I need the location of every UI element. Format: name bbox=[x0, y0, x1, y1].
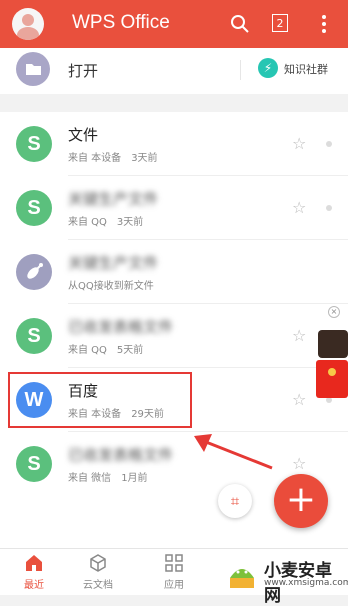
file-source: 来自 本设备 bbox=[68, 153, 122, 164]
file-meta: 来自 QQ 5天前 bbox=[68, 341, 143, 356]
nav-label: 应用 bbox=[164, 580, 184, 591]
scan-icon[interactable]: ⌗ bbox=[218, 484, 252, 518]
divider bbox=[240, 60, 241, 80]
nav-label: 最近 bbox=[24, 580, 44, 591]
file-title: 关键生产文件 bbox=[68, 254, 159, 272]
red-envelope-icon[interactable] bbox=[312, 320, 348, 400]
avatar[interactable] bbox=[12, 8, 44, 40]
app-header: WPS Office 2 bbox=[0, 0, 348, 48]
file-time: 3天前 bbox=[116, 217, 144, 228]
highlight-box bbox=[8, 372, 192, 428]
spreadsheet-icon: S bbox=[16, 318, 52, 354]
more-dot-icon[interactable] bbox=[326, 141, 332, 147]
spreadsheet-icon: S bbox=[16, 190, 52, 226]
file-title: 文件 bbox=[68, 126, 99, 144]
file-meta: 来自 微信 1月前 bbox=[68, 469, 148, 484]
star-icon[interactable]: ☆ bbox=[292, 326, 306, 345]
file-meta: 从QQ接收到新文件 bbox=[68, 277, 154, 292]
nav-cloud-docs[interactable]: 云文档 bbox=[68, 553, 128, 591]
app-title: WPS Office bbox=[72, 12, 170, 33]
lightning-icon[interactable]: ⚡ bbox=[258, 58, 278, 78]
open-row[interactable]: 打开 ⚡ 知识社群 bbox=[0, 48, 348, 94]
android-logo-icon bbox=[230, 569, 254, 588]
spreadsheet-icon: S bbox=[16, 446, 52, 482]
grid-icon bbox=[165, 554, 183, 572]
new-document-button[interactable]: + bbox=[274, 474, 328, 528]
file-row[interactable]: 关键生产文件 从QQ接收到新文件 bbox=[0, 240, 348, 304]
file-time: 5天前 bbox=[116, 345, 144, 356]
cube-icon bbox=[90, 554, 106, 572]
file-title: 关键生产文件 bbox=[68, 190, 159, 208]
more-dot-icon[interactable] bbox=[326, 205, 332, 211]
file-source: 从QQ接收到新文件 bbox=[68, 281, 154, 292]
file-time: 3天前 bbox=[131, 153, 158, 164]
file-source: 来自 微信 bbox=[68, 473, 112, 484]
file-source: 来自 QQ bbox=[68, 217, 107, 228]
file-title: 已收发表格文件 bbox=[68, 318, 174, 336]
nav-apps[interactable]: 应用 bbox=[144, 553, 204, 591]
satellite-icon bbox=[16, 254, 52, 290]
close-icon[interactable]: × bbox=[328, 306, 340, 318]
folder-icon bbox=[16, 52, 50, 86]
more-menu-icon[interactable] bbox=[312, 12, 336, 36]
nav-recent[interactable]: 最近 bbox=[4, 553, 64, 591]
spreadsheet-icon: S bbox=[16, 126, 52, 162]
nav-label: 云文档 bbox=[83, 580, 113, 591]
tab-switcher-button[interactable]: 2 bbox=[272, 14, 288, 32]
file-source: 来自 QQ bbox=[68, 345, 107, 356]
star-icon[interactable]: ☆ bbox=[292, 454, 306, 473]
star-icon[interactable]: ☆ bbox=[292, 134, 306, 153]
star-icon[interactable]: ☆ bbox=[292, 198, 306, 217]
community-label[interactable]: 知识社群 bbox=[284, 61, 328, 77]
watermark: 小麦安卓网 www.xmsigma.com bbox=[222, 550, 348, 606]
file-row[interactable]: S 关键生产文件 来自 QQ 3天前 ☆ bbox=[0, 176, 348, 240]
file-title: 已收发表格文件 bbox=[68, 446, 174, 464]
file-row[interactable]: S 文件 来自 本设备 3天前 ☆ bbox=[0, 112, 348, 176]
file-meta: 来自 QQ 3天前 bbox=[68, 213, 143, 228]
file-meta: 来自 本设备 3天前 bbox=[68, 149, 158, 164]
star-icon[interactable]: ☆ bbox=[292, 390, 306, 409]
open-label: 打开 bbox=[68, 62, 99, 80]
watermark-url: www.xmsigma.com bbox=[264, 578, 348, 588]
home-icon bbox=[26, 555, 42, 571]
file-time: 1月前 bbox=[121, 473, 148, 484]
file-row[interactable]: S 已收发表格文件 来自 QQ 5天前 ☆ bbox=[0, 304, 348, 368]
search-icon[interactable] bbox=[228, 12, 252, 36]
